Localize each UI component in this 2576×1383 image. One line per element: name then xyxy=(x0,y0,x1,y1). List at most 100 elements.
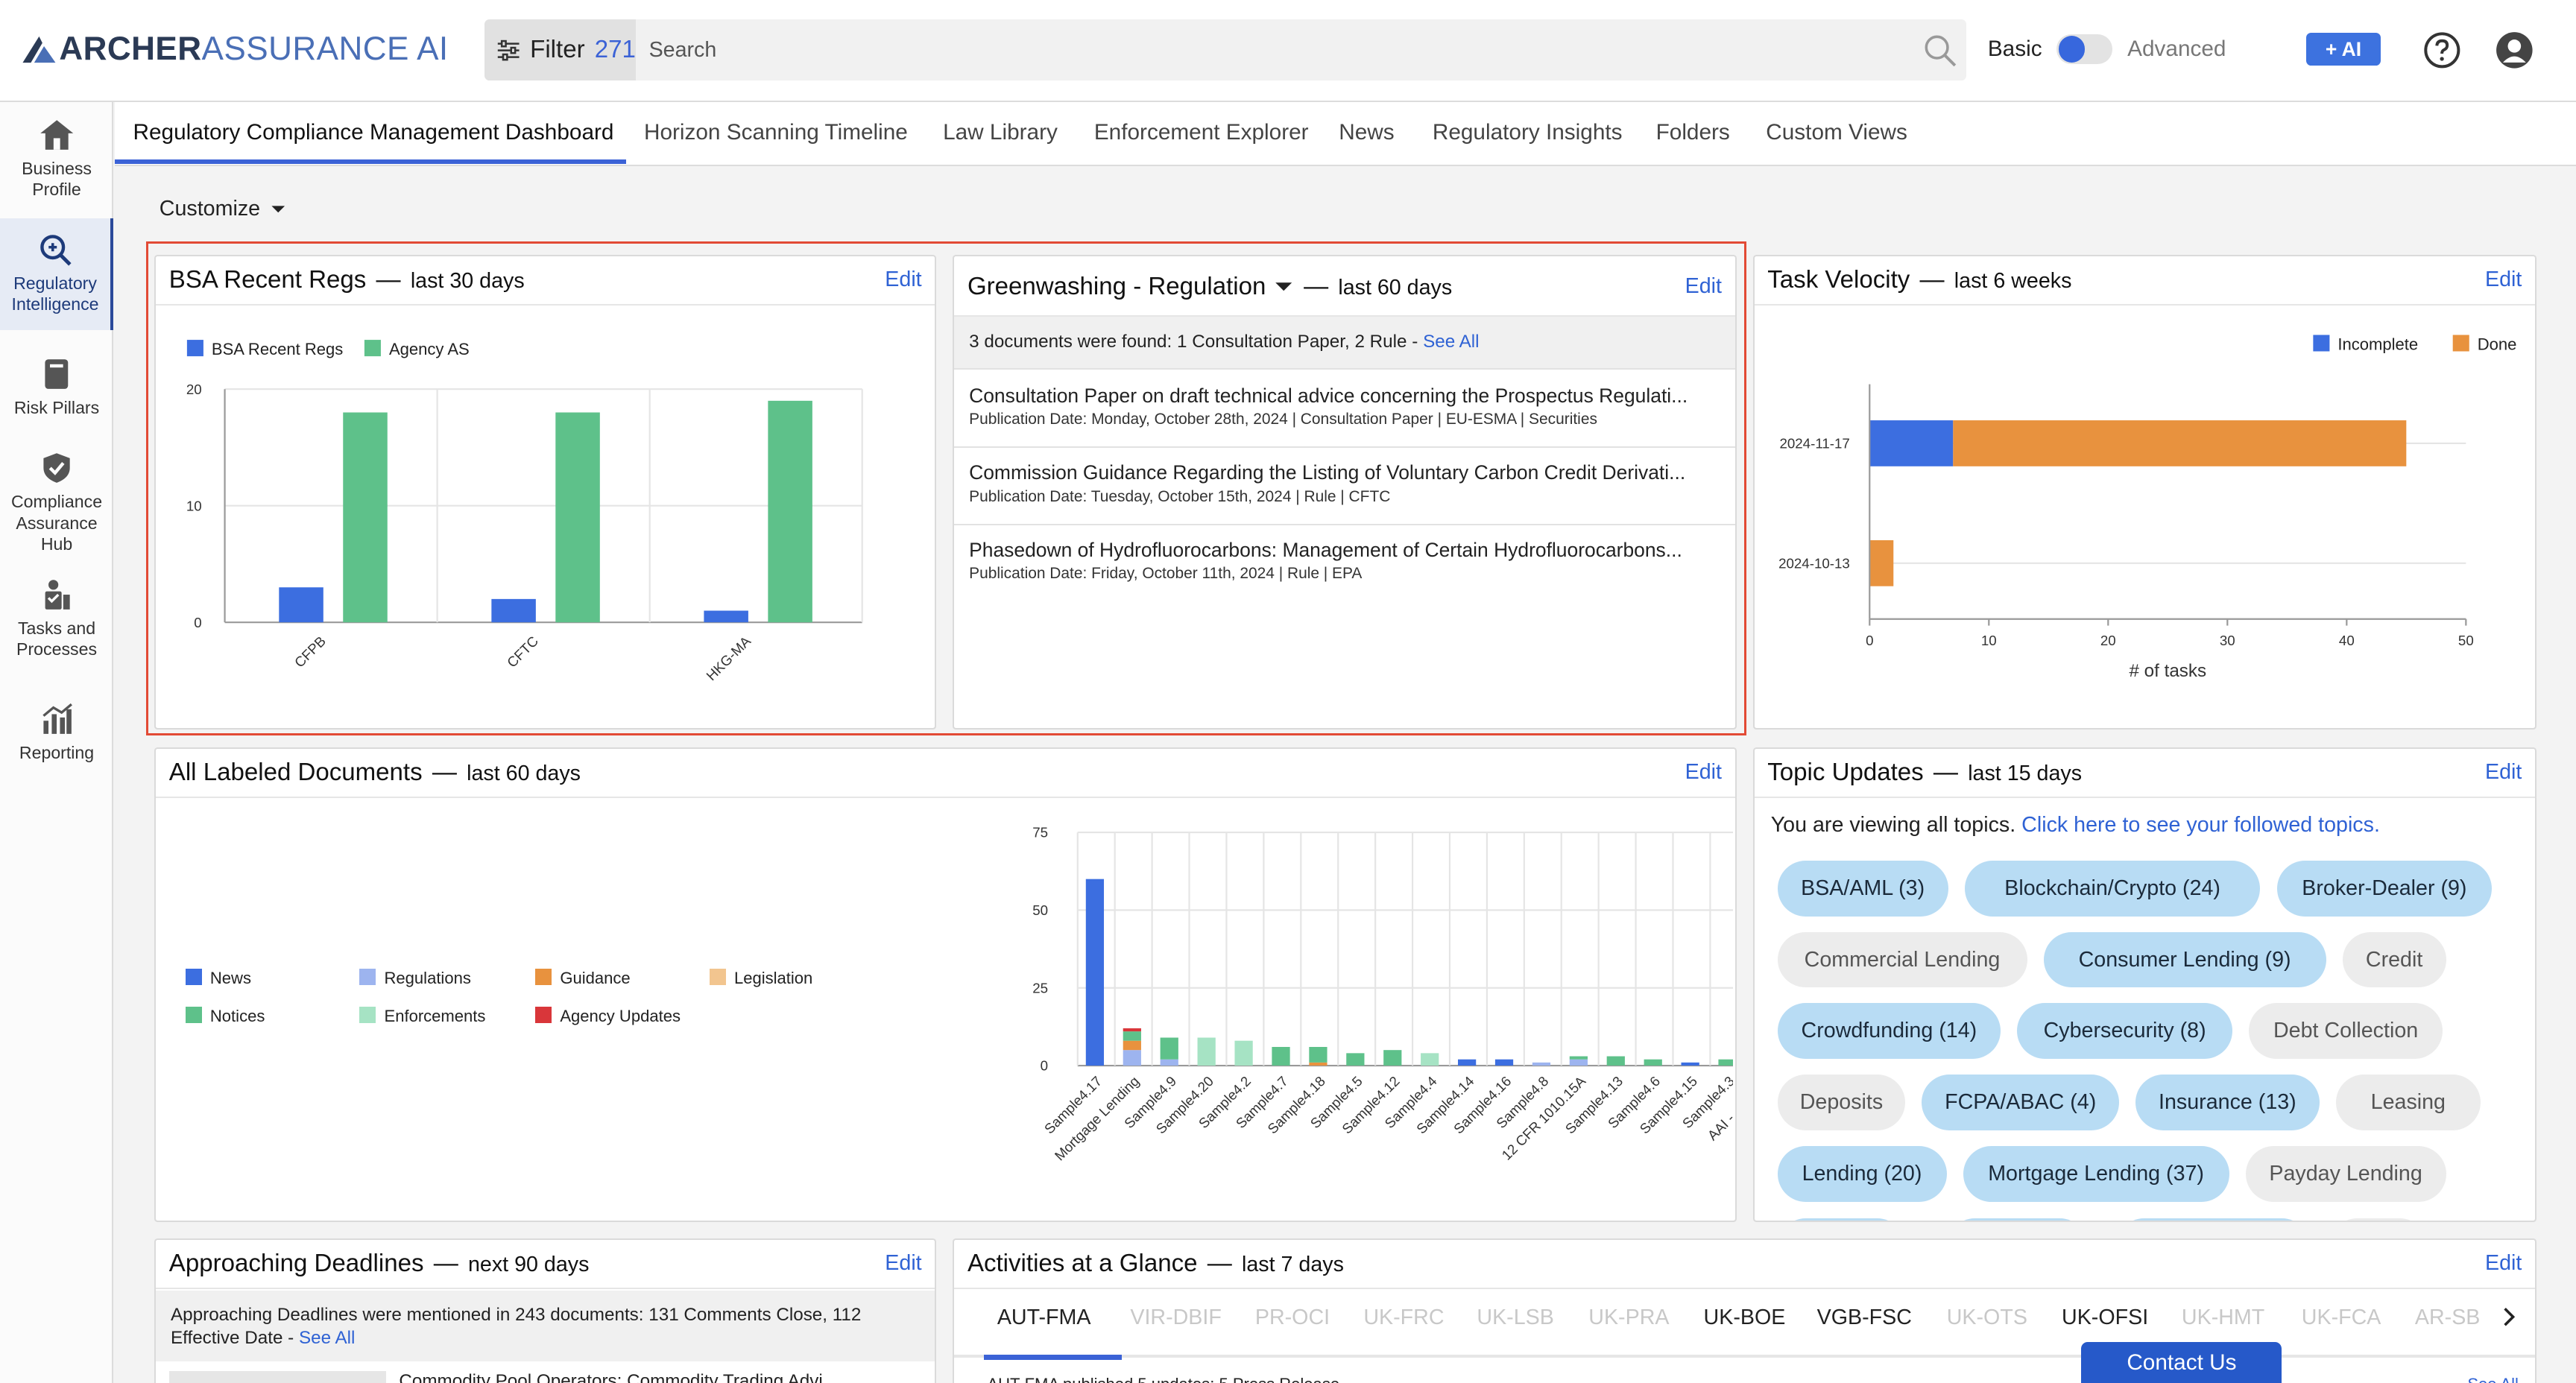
topic-pill[interactable]: Broker-Dealer (9) xyxy=(2276,860,2493,917)
sidebar-label: Reporting xyxy=(19,743,95,763)
ai-button[interactable]: + AI xyxy=(2306,33,2381,66)
bar-segment xyxy=(1085,879,1104,1066)
chevron-right-icon[interactable] xyxy=(2500,1307,2516,1326)
topic-pill[interactable]: Insurance (13) xyxy=(2135,1075,2320,1131)
legend-item: Agency Updates xyxy=(535,1007,681,1026)
edit-link[interactable]: Edit xyxy=(885,1251,921,1276)
sidebar-item-tasks-and-processes[interactable]: Tasks and Processes xyxy=(0,578,113,660)
contact-us-button[interactable]: Contact Us xyxy=(2081,1341,2282,1383)
sidebar-item-business-profile[interactable]: Business Profile xyxy=(0,118,113,200)
mode-toggle[interactable] xyxy=(2056,34,2113,64)
activity-tab[interactable]: PR-OCI xyxy=(1255,1306,1330,1330)
topic-pill[interactable]: Debt Collection xyxy=(2249,1003,2443,1060)
edit-link[interactable]: Edit xyxy=(2485,1251,2522,1276)
topic-pill[interactable]: Payday Lending xyxy=(2245,1146,2446,1203)
topic-pill[interactable]: Crowdfunding (14) xyxy=(1777,1003,2001,1060)
topic-pill-partial[interactable] xyxy=(2115,1218,2310,1221)
bsa-chart: BSA Recent Regs Agency AS 0 10 20 CFPB CFTC HKG… xyxy=(186,340,863,683)
bar xyxy=(343,412,388,623)
topic-pill[interactable]: BSA/AML (3) xyxy=(1777,860,1948,917)
activity-tab[interactable]: UK-OFSI xyxy=(2062,1306,2148,1330)
see-all-link[interactable]: See All xyxy=(299,1328,355,1348)
card-title: Task Velocity — last 6 weeks xyxy=(1767,265,2072,294)
topic-pill-partial[interactable] xyxy=(1946,1218,2089,1221)
tab-folders[interactable]: Folders xyxy=(1656,120,1730,145)
activity-tab[interactable]: AUT-FMA xyxy=(997,1306,1091,1330)
topic-pill[interactable]: FCPA/ABAC (4) xyxy=(1922,1075,2119,1131)
activity-tab[interactable]: VGB-FSC xyxy=(1817,1306,1912,1330)
bsa-recent-regs-card: BSA Recent Regs — last 30 days Edit BSA Re… xyxy=(154,254,937,730)
customize-dropdown[interactable]: Customize xyxy=(160,197,288,221)
topic-pill-partial[interactable] xyxy=(2329,1218,2428,1221)
document-title[interactable]: Phasedown of Hydrofluorocarbons: Managem… xyxy=(969,539,1720,562)
tab-custom-views[interactable]: Custom Views xyxy=(1766,120,1907,145)
document-title[interactable]: Consultation Paper on draft technical ad… xyxy=(969,384,1720,408)
topic-pill[interactable]: Blockchain/Crypto (24) xyxy=(1964,860,2261,917)
followed-topics-link[interactable]: Click here to see your followed topics. xyxy=(2021,813,2380,837)
topic-pill[interactable]: Commercial Lending xyxy=(1777,931,2027,988)
mode-basic-label[interactable]: Basic xyxy=(1988,37,2042,62)
edit-link[interactable]: Edit xyxy=(2485,268,2522,292)
see-all-link[interactable]: See All xyxy=(1423,332,1479,352)
edit-link[interactable]: Edit xyxy=(1685,274,1722,299)
bar-segment xyxy=(1160,1037,1178,1060)
x-tick-label: 40 xyxy=(2339,633,2355,648)
edit-link[interactable]: Edit xyxy=(885,268,921,292)
filter-button[interactable]: Filter 271 xyxy=(484,19,636,80)
tab-regulatory-compliance-dashboard[interactable]: Regulatory Compliance Management Dashboa… xyxy=(133,120,614,145)
bar-segment xyxy=(1569,1059,1588,1066)
legend-swatch xyxy=(2452,335,2469,352)
search-icon[interactable] xyxy=(1924,34,1957,67)
help-circle-icon[interactable] xyxy=(2423,31,2461,69)
task-velocity-card: Task Velocity — last 6 weeks Edit Incomple… xyxy=(1752,254,2536,730)
topic-pill[interactable]: Cybersecurity (8) xyxy=(2017,1003,2232,1060)
bar-segment xyxy=(1123,1031,1141,1041)
activity-tab[interactable]: UK-PRA xyxy=(1588,1306,1669,1330)
activity-tab[interactable]: AR-SB xyxy=(2415,1306,2481,1330)
see-all-link[interactable]: See All xyxy=(2467,1375,2519,1383)
document-row[interactable]: Commission Guidance Regarding the Listin… xyxy=(954,448,1735,526)
activity-tab[interactable]: UK-LSB xyxy=(1477,1306,1553,1330)
documents-found-bar: 3 documents were found: 1 Consultation P… xyxy=(954,317,1735,370)
legend-swatch xyxy=(187,340,204,357)
topic-pill[interactable]: Deposits xyxy=(1777,1075,1906,1131)
legend-label: Agency Updates xyxy=(560,1006,681,1025)
topic-pill[interactable]: Consumer Lending (9) xyxy=(2043,931,2326,988)
topic-pill[interactable]: Credit xyxy=(2342,931,2446,988)
sidebar-item-reporting[interactable]: Reporting xyxy=(0,703,113,764)
activity-tab[interactable]: UK-OTS xyxy=(1947,1306,2027,1330)
tab-enforcement-explorer[interactable]: Enforcement Explorer xyxy=(1094,120,1309,145)
document-row[interactable]: Phasedown of Hydrofluorocarbons: Managem… xyxy=(954,525,1734,603)
sidebar-item-compliance-assurance-hub[interactable]: Compliance Assurance Hub xyxy=(0,452,113,555)
dashboard-tabs: Regulatory Compliance Management Dashboa… xyxy=(115,101,2576,166)
card-header: All Labeled Documents — last 60 days Edit xyxy=(156,749,1735,798)
mode-advanced-label[interactable]: Advanced xyxy=(2127,37,2226,62)
tab-news[interactable]: News xyxy=(1339,120,1394,145)
sidebar-item-risk-pillars[interactable]: Risk Pillars xyxy=(0,358,113,419)
legend-swatch xyxy=(364,340,382,357)
edit-link[interactable]: Edit xyxy=(1685,760,1722,785)
document-row[interactable]: Consultation Paper on draft technical ad… xyxy=(954,371,1735,449)
tab-regulatory-insights[interactable]: Regulatory Insights xyxy=(1433,120,1623,145)
topic-pill[interactable]: Lending (20) xyxy=(1777,1146,1947,1203)
document-title[interactable]: Commission Guidance Regarding the Listin… xyxy=(969,461,1720,484)
search-input[interactable] xyxy=(635,19,1884,80)
user-avatar-icon[interactable] xyxy=(2496,31,2534,69)
topic-pill-partial[interactable] xyxy=(1777,1218,1906,1221)
activity-tab[interactable]: UK-HMT xyxy=(2182,1306,2264,1330)
edit-link[interactable]: Edit xyxy=(2485,760,2522,785)
tab-horizon-scanning-timeline[interactable]: Horizon Scanning Timeline xyxy=(644,120,908,145)
activity-tab[interactable]: UK-FRC xyxy=(1363,1306,1444,1330)
bar-segment xyxy=(1532,1063,1550,1066)
activity-tab[interactable]: UK-BOE xyxy=(1704,1306,1786,1330)
activity-tab[interactable]: VIR-DBIF xyxy=(1130,1306,1222,1330)
topic-pill[interactable]: Mortgage Lending (37) xyxy=(1963,1146,2229,1203)
topic-pill[interactable]: Leasing xyxy=(2335,1075,2481,1131)
sidebar-item-regulatory-intelligence[interactable]: Regulatory Intelligence xyxy=(0,218,114,330)
bar-segment xyxy=(1346,1053,1365,1066)
tab-law-library[interactable]: Law Library xyxy=(943,120,1058,145)
brand-logo[interactable]: ARCHER ASSURANCE AI xyxy=(19,30,448,69)
deadline-item-title[interactable]: Commodity Pool Operators; Commodity Trad… xyxy=(399,1371,838,1383)
activity-tab[interactable]: UK-FCA xyxy=(2302,1306,2381,1330)
bar-segment xyxy=(1606,1056,1625,1066)
